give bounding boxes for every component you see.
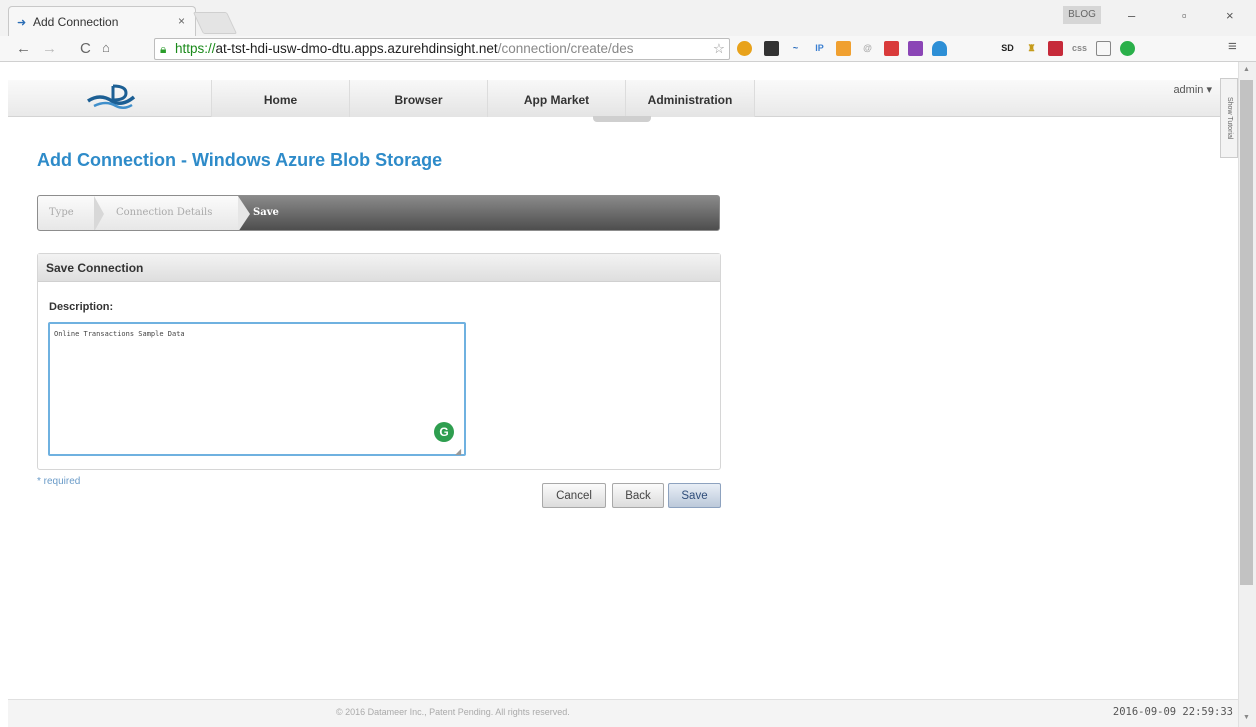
close-window-icon[interactable]: ×	[1226, 8, 1234, 23]
scroll-up-icon[interactable]: ▲	[1243, 66, 1250, 73]
profile-badge[interactable]: BLOG	[1063, 6, 1101, 24]
maximize-icon[interactable]: ▫	[1182, 8, 1187, 23]
app-header: Home Browser App Market Administration a…	[8, 80, 1238, 122]
extension-icon[interactable]: css	[1072, 41, 1087, 56]
extension-icon[interactable]	[884, 41, 899, 56]
page-title: Add Connection - Windows Azure Blob Stor…	[37, 150, 443, 170]
extension-icon[interactable]	[1096, 41, 1111, 56]
save-button[interactable]: Save	[668, 483, 721, 508]
address-bar[interactable]: 🔒︎ https://at-tst-hdi-usw-dmo-dtu.apps.a…	[154, 38, 730, 60]
extension-icon[interactable]	[1048, 41, 1063, 56]
extension-icon[interactable]: ♜	[1024, 41, 1039, 56]
extension-icon[interactable]	[908, 41, 923, 56]
grammarly-icon[interactable]: G	[434, 422, 454, 442]
scrollbar-thumb[interactable]	[1240, 80, 1253, 585]
wizard-separator	[238, 196, 250, 230]
extension-icon[interactable]: ~	[788, 41, 803, 56]
wizard-steps: Type Connection Details Save	[37, 195, 720, 231]
panel-header: Save Connection	[38, 254, 720, 282]
nav-administration[interactable]: Administration	[625, 80, 755, 117]
extension-icon[interactable]: IP	[812, 41, 827, 56]
reload-icon[interactable]: C	[80, 40, 91, 57]
nav-home[interactable]: Home	[211, 80, 349, 117]
datameer-logo-icon	[87, 84, 136, 109]
minimize-icon[interactable]: –	[1128, 8, 1135, 23]
forward-arrow-icon[interactable]: →	[42, 40, 57, 57]
browser-toolbar: ← → C ⌂ 🔒︎ https://at-tst-hdi-usw-dmo-dt…	[0, 36, 1256, 62]
scroll-down-icon[interactable]: ▼	[1243, 714, 1250, 721]
menu-icon[interactable]: ≡	[1228, 38, 1237, 55]
extension-icon[interactable]	[932, 41, 947, 56]
nav-browser[interactable]: Browser	[349, 80, 487, 117]
extension-icon[interactable]	[737, 41, 752, 56]
footer: © 2016 Datameer Inc., Patent Pending. Al…	[8, 699, 1238, 727]
show-tutorial-tab[interactable]: Show Tutorial	[1220, 78, 1238, 158]
wizard-step-connection-details[interactable]: Connection Details	[116, 207, 212, 218]
url-scheme: https://	[175, 41, 216, 56]
wizard-separator	[94, 196, 104, 230]
url-host: at-tst-hdi-usw-dmo-dtu.apps.azurehdinsig…	[215, 41, 498, 56]
admin-menu[interactable]: admin ▾	[1173, 83, 1212, 96]
nav-app-market[interactable]: App Market	[487, 80, 625, 117]
extension-icon[interactable]	[1120, 41, 1135, 56]
lock-icon: 🔒︎	[160, 42, 167, 56]
tab-favicon-icon: ➜	[17, 17, 27, 29]
resize-grip-icon[interactable]: ◢	[455, 447, 461, 456]
wizard-step-type[interactable]: Type	[49, 207, 74, 218]
browser-tab[interactable]: ➜ Add Connection ×	[8, 6, 196, 36]
extension-icon[interactable]	[764, 41, 779, 56]
description-textarea[interactable]: Online Transactions Sample Data	[48, 322, 466, 456]
required-note: * required	[37, 476, 81, 487]
tab-title: Add Connection	[33, 14, 119, 29]
extension-icon[interactable]: SD	[1000, 41, 1015, 56]
new-tab-button[interactable]	[192, 12, 238, 34]
save-connection-panel: Save Connection Description: Online Tran…	[37, 253, 721, 470]
server-timestamp: 2016-09-09 22:59:33	[1112, 706, 1233, 718]
description-label: Description:	[49, 301, 114, 313]
close-tab-icon[interactable]: ×	[178, 14, 185, 28]
browser-titlebar: ➜ Add Connection × BLOG – ▫ ×	[0, 0, 1256, 36]
extension-icon[interactable]: @	[860, 41, 875, 56]
wizard-step-save: Save	[253, 207, 279, 218]
bookmark-star-icon[interactable]: ☆	[713, 39, 725, 59]
cancel-button[interactable]: Cancel	[542, 483, 606, 508]
nav-active-indicator	[593, 116, 651, 122]
back-button[interactable]: Back	[612, 483, 664, 508]
home-icon[interactable]: ⌂	[102, 40, 110, 55]
back-arrow-icon[interactable]: ←	[16, 40, 31, 57]
url-path: /connection/create/des	[497, 41, 634, 56]
copyright-text: © 2016 Datameer Inc., Patent Pending. Al…	[336, 707, 570, 717]
caret-down-icon: ▾	[1206, 84, 1212, 96]
extension-icon[interactable]	[836, 41, 851, 56]
admin-menu-label: admin	[1173, 84, 1204, 96]
